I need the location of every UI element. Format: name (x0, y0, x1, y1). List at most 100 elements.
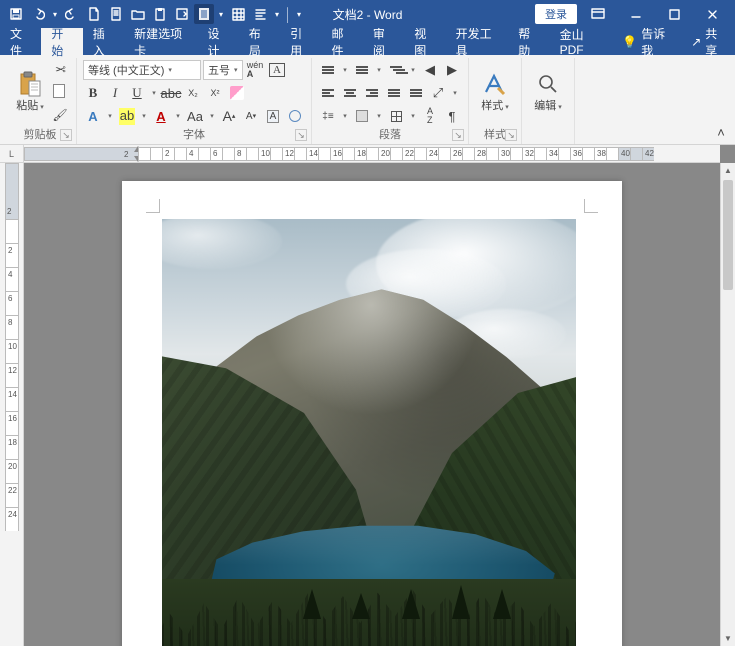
shading-dropdown[interactable]: ▾ (374, 106, 384, 126)
undo-dropdown-icon[interactable]: ▾ (50, 4, 60, 24)
multilevel-button[interactable] (386, 60, 406, 80)
qat-more-icon[interactable]: ▾ (216, 4, 226, 24)
minimize-icon[interactable] (619, 4, 653, 24)
qat-dropdown-icon[interactable]: ▾ (272, 4, 282, 24)
ribbon-options-icon[interactable] (581, 4, 615, 24)
styles-button[interactable]: 样式 ▾ (475, 58, 515, 124)
underline-button[interactable]: U (127, 83, 147, 103)
increase-indent-button[interactable]: ▶ (442, 60, 462, 80)
font-color-button[interactable]: A (151, 106, 171, 126)
highlight-button[interactable]: ab (117, 106, 137, 126)
numbering-dropdown[interactable]: ▾ (374, 60, 384, 80)
save-as-icon[interactable] (172, 4, 192, 24)
justify-button[interactable] (384, 83, 404, 103)
maximize-icon[interactable] (657, 4, 691, 24)
inserted-image[interactable] (162, 219, 576, 646)
shading-button[interactable] (352, 106, 372, 126)
char-shading-button[interactable]: A (263, 106, 283, 126)
vertical-scrollbar[interactable]: ▲ ▼ (720, 163, 735, 646)
collapse-ribbon-button[interactable]: ˄ (711, 122, 731, 142)
char-border-button[interactable]: A (267, 60, 287, 80)
strike-button[interactable]: abc (161, 83, 181, 103)
tab-developer[interactable]: 开发工具 (446, 28, 509, 55)
editing-button[interactable]: 编辑 ▾ (528, 58, 568, 124)
change-case-button[interactable]: Aa (185, 106, 205, 126)
distributed-button[interactable] (406, 83, 426, 103)
undo-icon[interactable] (28, 4, 48, 24)
redo-icon[interactable] (62, 4, 82, 24)
numbering-button[interactable] (352, 60, 372, 80)
open-icon[interactable] (128, 4, 148, 24)
cut-button[interactable] (50, 60, 70, 80)
vertical-ruler[interactable]: 246810121416182022242 (0, 163, 24, 646)
qat-customize-icon[interactable]: ▾ (294, 4, 304, 24)
format-painter-button[interactable] (50, 104, 70, 124)
clear-format-button[interactable] (227, 83, 247, 103)
doc-icon[interactable] (106, 4, 126, 24)
scroll-thumb[interactable] (723, 180, 733, 290)
tab-newtab[interactable]: 新建选项卡 (124, 28, 197, 55)
paste-qat-icon[interactable] (150, 4, 170, 24)
bullets-button[interactable] (318, 60, 338, 80)
paste-button[interactable]: 粘贴 ▾ (10, 58, 50, 124)
save-icon[interactable] (6, 4, 26, 24)
tab-view[interactable]: 视图 (404, 28, 445, 55)
subscript-button[interactable]: X₂ (183, 83, 203, 103)
grow-font-button[interactable]: A▴ (219, 106, 239, 126)
line-spacing-button[interactable]: ‡≡ (318, 106, 338, 126)
phonetic-guide-button[interactable]: wénA (245, 60, 265, 80)
styles-launcher-icon[interactable]: ↘ (505, 129, 517, 141)
bullets-dropdown[interactable]: ▾ (340, 60, 350, 80)
align-center-button[interactable] (340, 83, 360, 103)
paragraph-icon[interactable] (250, 4, 270, 24)
tab-review[interactable]: 审阅 (363, 28, 404, 55)
tab-mailings[interactable]: 邮件 (322, 28, 363, 55)
font-color-dropdown[interactable]: ▾ (173, 106, 183, 126)
tab-layout[interactable]: 布局 (239, 28, 280, 55)
enclose-char-button[interactable] (285, 106, 305, 126)
highlight-dropdown[interactable]: ▾ (139, 106, 149, 126)
tell-me[interactable]: 💡告诉我 (612, 28, 681, 55)
scroll-up-icon[interactable]: ▲ (721, 163, 735, 178)
snap-dropdown[interactable]: ▾ (450, 83, 460, 103)
font-launcher-icon[interactable]: ↘ (295, 129, 307, 141)
ruler-corner[interactable]: L (0, 145, 24, 163)
shrink-font-button[interactable]: A▾ (241, 106, 261, 126)
tab-insert[interactable]: 插入 (83, 28, 124, 55)
sort-button[interactable]: A Z (420, 106, 440, 126)
tab-design[interactable]: 设计 (197, 28, 238, 55)
superscript-button[interactable]: X² (205, 83, 225, 103)
horizontal-ruler[interactable]: 246810121416182022242628303234363840422 (24, 145, 720, 163)
multilevel-dropdown[interactable]: ▾ (408, 60, 418, 80)
tab-help[interactable]: 帮助 (508, 28, 549, 55)
italic-button[interactable]: I (105, 83, 125, 103)
text-effects-button[interactable]: A (83, 106, 103, 126)
tab-wps[interactable]: 金山PDF (550, 28, 613, 55)
tab-home[interactable]: 开始 (41, 28, 82, 55)
align-left-button[interactable] (318, 83, 338, 103)
scroll-down-icon[interactable]: ▼ (721, 631, 735, 646)
change-case-dropdown[interactable]: ▾ (207, 106, 217, 126)
new-doc-icon[interactable] (84, 4, 104, 24)
font-size-combo[interactable]: 五号▾ (203, 60, 243, 80)
font-name-combo[interactable]: 等线 (中文正文)▾ (83, 60, 201, 80)
show-marks-button[interactable]: ¶ (442, 106, 462, 126)
borders-dropdown[interactable]: ▾ (408, 106, 418, 126)
copy-button[interactable] (50, 82, 70, 102)
align-right-button[interactable] (362, 83, 382, 103)
underline-dropdown[interactable]: ▾ (149, 83, 159, 103)
line-spacing-dropdown[interactable]: ▾ (340, 106, 350, 126)
document-area[interactable] (24, 163, 720, 646)
decrease-indent-button[interactable]: ◀ (420, 60, 440, 80)
paragraph-launcher-icon[interactable]: ↘ (452, 129, 464, 141)
reading-mode-icon[interactable] (194, 4, 214, 24)
tab-references[interactable]: 引用 (280, 28, 321, 55)
table-icon[interactable] (228, 4, 248, 24)
snap-button[interactable]: ⤢ (428, 83, 448, 103)
close-icon[interactable] (695, 4, 729, 24)
tab-file[interactable]: 文件 (0, 28, 41, 55)
login-button[interactable]: 登录 (535, 4, 577, 24)
borders-button[interactable] (386, 106, 406, 126)
share-button[interactable]: ↗共享 (681, 28, 735, 55)
clipboard-launcher-icon[interactable]: ↘ (60, 129, 72, 141)
